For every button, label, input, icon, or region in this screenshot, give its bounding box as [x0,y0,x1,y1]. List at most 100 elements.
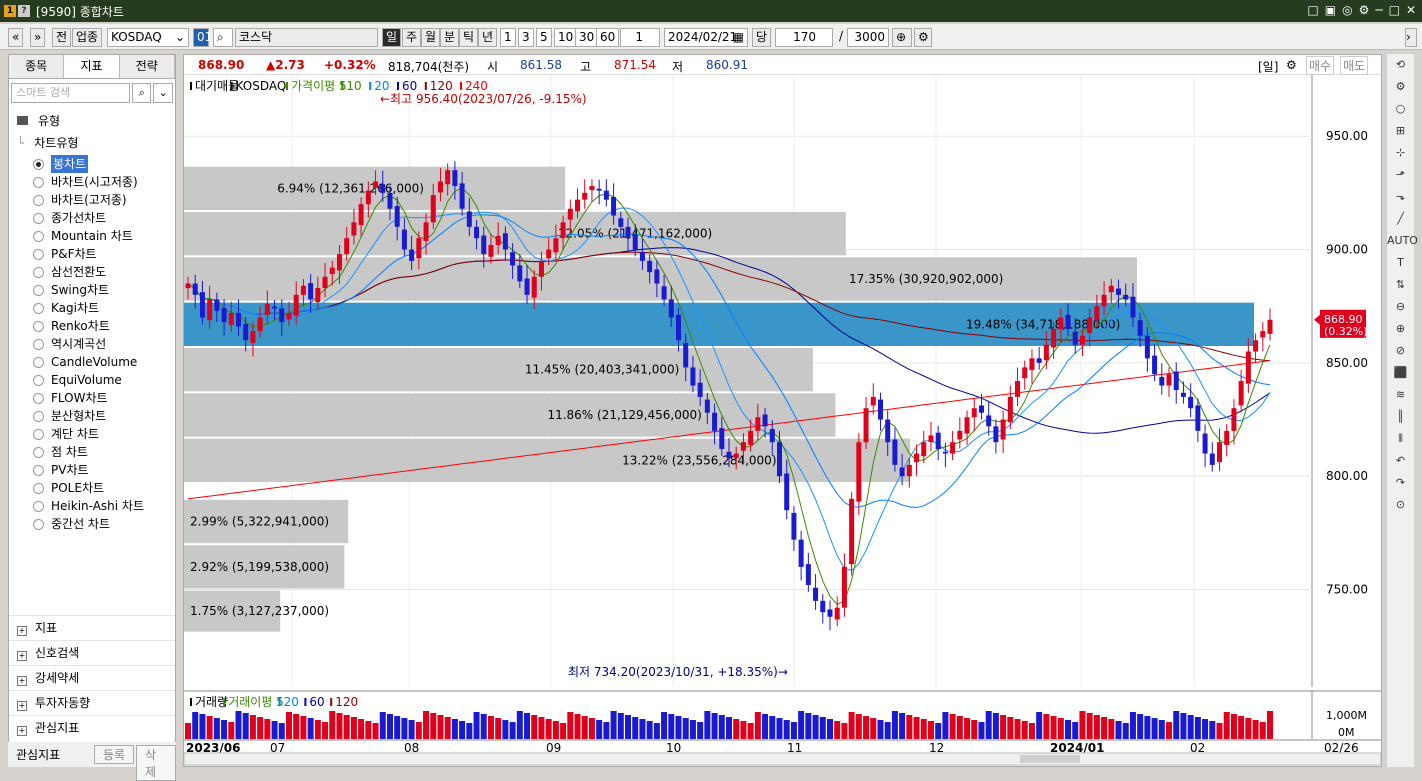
radio-icon[interactable] [33,158,44,170]
chart-type-item[interactable]: 바차트(고저종) [33,191,144,209]
minute-1[interactable]: 1 [500,28,516,47]
window-ctrl-icon[interactable]: ◎ [1342,3,1352,17]
tool-icon[interactable]: ⊹ [1387,142,1414,164]
tool-icon[interactable]: T [1387,252,1414,274]
tool-icon[interactable]: ≋ [1387,384,1414,406]
tab-stock[interactable]: 종목 [9,55,65,78]
folder-investor[interactable]: + 투자자동향 [9,690,175,714]
radio-icon[interactable] [33,266,44,278]
chart-type-item[interactable]: FLOW차트 [33,389,144,407]
gear-icon[interactable]: ⚙ [1359,3,1370,17]
scroll-right-icon[interactable]: › [1405,28,1417,47]
search-icon[interactable]: ⌕ [131,83,152,103]
tool-icon[interactable]: ⬛ [1387,362,1414,384]
calendar-icon[interactable]: ▦ [733,29,744,46]
radio-icon[interactable] [33,320,44,332]
chart-type-item[interactable]: Renko차트 [33,317,144,335]
folder-favorite[interactable]: + 관심지표 [9,715,175,739]
radio-icon[interactable] [33,248,44,260]
price-chart[interactable]: 대기매물KOSDAQ 가격이평 5 10 20 60 120 240950.00900.00… [184,75,1381,766]
radio-icon[interactable] [33,194,44,206]
chart-type-item[interactable]: 분산형차트 [33,407,144,425]
minute-10[interactable]: 10 [554,28,578,47]
chart-type-item[interactable]: Kagi차트 [33,299,144,317]
next-button[interactable]: » [30,28,46,47]
chart-type-item[interactable]: 계단 차트 [33,425,144,443]
radio-icon[interactable] [33,212,44,224]
gear-icon[interactable]: ⚙ [1286,58,1297,72]
jeon-button[interactable]: 전 [52,28,72,47]
radio-icon[interactable] [33,230,44,242]
folder-indicator[interactable]: + 지표 [9,615,175,639]
smart-search-input[interactable]: 스마트 검색 [11,83,130,103]
chart-type-item[interactable]: 중간선 차트 [33,515,144,533]
period-month[interactable]: 월 [421,28,441,47]
sector-button[interactable]: 업종 [72,28,103,47]
tool-icon[interactable]: ⦀ [1387,428,1414,450]
chart-type-item[interactable]: CandleVolume [33,353,144,371]
radio-icon[interactable] [33,428,44,440]
delete-button[interactable]: 삭제 [136,745,176,781]
minute-5[interactable]: 5 [536,28,552,47]
chart-type-item[interactable]: P&F차트 [33,245,144,263]
period-tick[interactable]: 틱 [459,28,479,47]
radio-icon[interactable] [33,518,44,530]
search-icon[interactable]: ⌕ [213,28,233,47]
group-type[interactable]: 유형 [17,112,60,129]
chevron-down-icon[interactable]: ⌄ [153,83,174,103]
tool-icon[interactable]: ⟲ [1387,54,1414,76]
count-unit-select[interactable]: 1 [620,28,660,47]
maximize-icon[interactable]: □ [1389,3,1400,17]
tool-icon[interactable]: ⚙ [1387,76,1414,98]
radio-icon[interactable] [33,410,44,422]
chart-type-item[interactable]: 종가선차트 [33,209,144,227]
buy-button[interactable]: 매수 [1306,56,1335,75]
radio-icon[interactable] [33,302,44,314]
period-year[interactable]: 년 [478,28,498,47]
minimize-icon[interactable]: ─ [1375,3,1382,17]
radio-icon[interactable] [33,284,44,296]
zoom-icon[interactable]: ⊕ [892,28,912,47]
folder-strength[interactable]: + 강세약세 [9,665,175,689]
radio-icon[interactable] [33,338,44,350]
minute-3[interactable]: 3 [518,28,534,47]
tab-indicator[interactable]: 지표 [64,55,120,78]
tool-icon[interactable]: ║ [1387,406,1414,428]
minute-60[interactable]: 60 [596,28,620,47]
total-input[interactable]: 3000 [847,28,889,47]
date-input[interactable]: 2024/02/21 ▦ [664,28,748,47]
tool-icon[interactable]: ○ [1387,98,1414,120]
radio-icon[interactable] [33,374,44,386]
chart-type-item[interactable]: POLE차트 [33,479,144,497]
tool-icon[interactable]: ⊘ [1387,340,1414,362]
chart-type-item[interactable]: 삼선전환도 [33,263,144,281]
radio-icon[interactable] [33,482,44,494]
code-select[interactable]: KOSDAQ ⌄ [107,28,189,47]
chart-type-item[interactable]: 바차트(시고저종) [33,173,144,191]
dang-button[interactable]: 당 [752,28,772,47]
tool-icon[interactable]: ↶ [1387,450,1414,472]
gear-icon[interactable]: ⚙ [914,28,932,47]
period-day[interactable]: 일 [382,28,402,47]
chart-type-item[interactable]: EquiVolume [33,371,144,389]
folder-signal[interactable]: + 신호검색 [9,640,175,664]
window-ctrl-icon[interactable]: ▣ [1325,3,1336,17]
tool-icon[interactable]: ⬎ [1387,186,1414,208]
chart-type-item[interactable]: Heikin-Ashi 차트 [33,497,144,515]
tool-icon[interactable]: ⇅ [1387,274,1414,296]
tool-icon[interactable]: ⊕ [1387,318,1414,340]
sell-button[interactable]: 매도 [1340,56,1369,75]
tool-icon[interactable]: ⊙ [1387,494,1414,516]
radio-icon[interactable] [33,464,44,476]
radio-icon[interactable] [33,176,44,188]
radio-icon[interactable] [33,500,44,512]
tab-strategy[interactable]: 전략 [119,55,175,78]
window-ctrl-icon[interactable]: □ [1307,3,1318,17]
chart-type-item[interactable]: PV차트 [33,461,144,479]
chart-type-item[interactable]: 점 차트 [33,443,144,461]
chart-type-item[interactable]: 역시계곡선 [33,335,144,353]
prev-button[interactable]: « [8,28,24,47]
period-week[interactable]: 주 [402,28,422,47]
radio-icon[interactable] [33,356,44,368]
count-input[interactable]: 170 [775,28,833,47]
